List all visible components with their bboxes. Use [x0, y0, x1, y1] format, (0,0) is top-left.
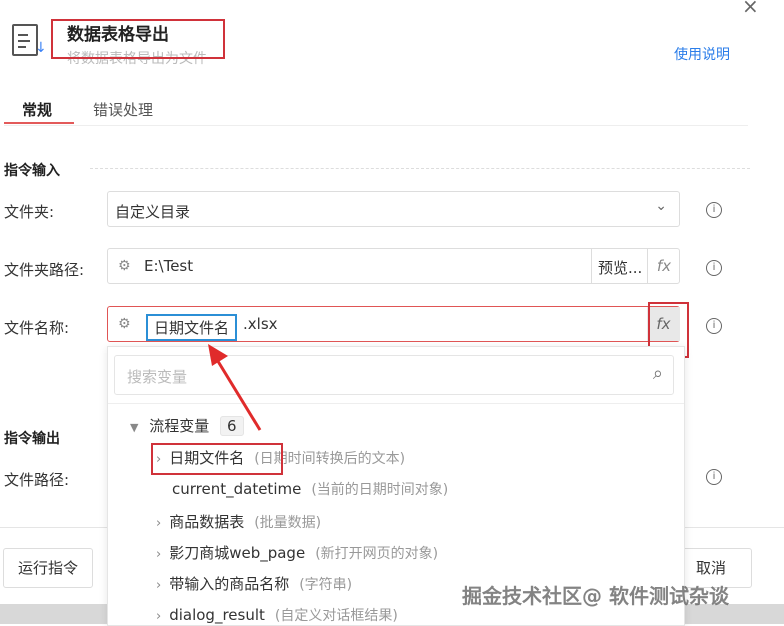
file-name-input[interactable]: ⚙ 日期文件名 .xlsx fx — [107, 306, 680, 342]
folder-path-input[interactable]: ⚙ E:\Test 预览... fx — [107, 248, 680, 284]
info-icon[interactable]: i — [706, 469, 722, 485]
chevron-right-icon: › — [156, 516, 162, 531]
input-section-title: 指令输入 — [4, 163, 60, 179]
variable-tag[interactable]: 日期文件名 — [146, 314, 238, 341]
annotation-arrow-icon — [208, 344, 262, 431]
info-icon[interactable]: i — [706, 318, 722, 334]
chevron-right-icon: › — [156, 547, 162, 562]
variable-name: dialog_result — [169, 606, 265, 624]
fx-button[interactable]: fx — [647, 249, 680, 283]
variable-search-input[interactable]: 搜索变量 ⌕ — [114, 355, 674, 395]
variable-desc: (新打开网页的对象) — [315, 546, 439, 562]
variable-desc: (批量数据) — [254, 515, 322, 531]
caret-down-icon: ▼ — [130, 421, 139, 434]
watermark: 掘金技术社区@ 软件测试杂谈 — [462, 584, 729, 608]
annotation-box-variable — [151, 443, 283, 475]
variable-name: 带输入的商品名称 — [169, 575, 290, 593]
annotation-box-title — [51, 19, 225, 59]
info-icon[interactable]: i — [706, 260, 722, 276]
run-command-button[interactable]: 运行指令 — [3, 548, 93, 588]
tab-active-indicator — [4, 122, 74, 124]
variable-name: 影刀商城web_page — [169, 544, 306, 562]
variable-desc: (字符串) — [299, 577, 353, 593]
download-arrow-icon: ↓ — [35, 40, 47, 56]
variable-name: current_datetime — [172, 480, 302, 498]
folder-label: 文件夹: — [4, 203, 55, 221]
tab-error-handling[interactable]: 错误处理 — [93, 99, 153, 120]
preview-button[interactable]: 预览... — [591, 249, 648, 283]
folder-select[interactable]: 自定义目录 ⌄ — [107, 191, 680, 227]
variable-item[interactable]: › 带输入的商品名称 (字符串) — [156, 573, 352, 594]
chevron-right-icon: › — [156, 609, 162, 624]
folder-path-value: E:\Test — [144, 257, 194, 275]
section-divider — [90, 168, 750, 169]
python-icon: ⚙ — [118, 316, 131, 332]
close-button[interactable]: × — [742, 0, 759, 18]
divider — [108, 403, 684, 404]
file-path-label: 文件路径: — [4, 471, 70, 489]
python-icon: ⚙ — [118, 258, 131, 274]
folder-path-label: 文件夹路径: — [4, 261, 85, 279]
tab-divider — [4, 125, 748, 126]
search-placeholder: 搜索变量 — [127, 368, 188, 386]
variable-item[interactable]: current_datetime (当前的日期时间对象) — [172, 479, 448, 499]
folder-select-value: 自定义目录 — [115, 203, 191, 221]
variable-name: 商品数据表 — [169, 513, 245, 531]
chevron-down-icon: ⌄ — [655, 198, 667, 214]
search-icon: ⌕ — [652, 363, 663, 384]
output-section-title: 指令输出 — [4, 431, 60, 447]
info-icon[interactable]: i — [706, 202, 722, 218]
chevron-right-icon: › — [156, 578, 162, 593]
file-suffix: .xlsx — [243, 315, 278, 333]
file-name-label: 文件名称: — [4, 319, 70, 337]
variable-item[interactable]: › 商品数据表 (批量数据) — [156, 511, 321, 532]
tab-general[interactable]: 常规 — [22, 99, 52, 120]
variable-item[interactable]: › 影刀商城web_page (新打开网页的对象) — [156, 542, 438, 563]
help-link[interactable]: 使用说明 — [674, 44, 730, 64]
variable-desc: (自定义对话框结果) — [274, 608, 398, 624]
variable-item[interactable]: › dialog_result (自定义对话框结果) — [156, 605, 398, 625]
variable-desc: (当前的日期时间对象) — [311, 482, 449, 498]
